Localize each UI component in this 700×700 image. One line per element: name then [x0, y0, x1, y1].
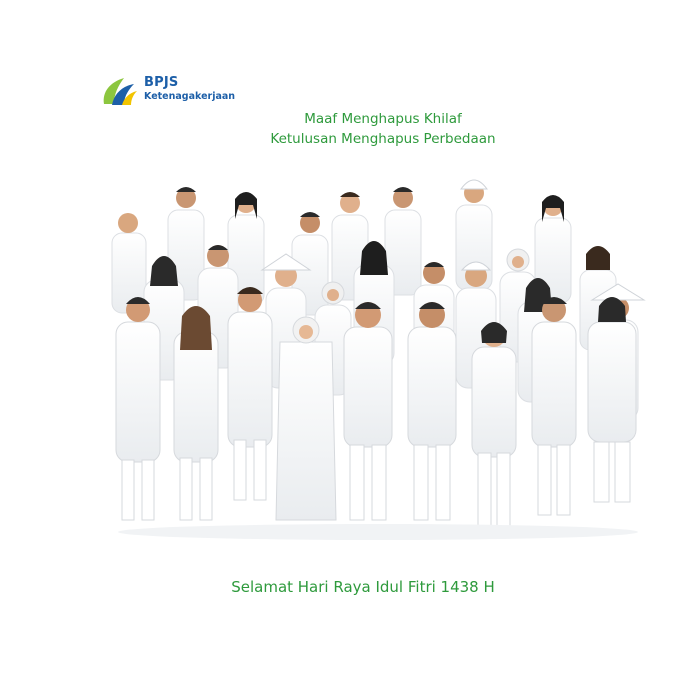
- greeting-text: Selamat Hari Raya Idul Fitri 1438 H: [231, 578, 495, 596]
- bpjs-leaf-icon: [103, 78, 137, 105]
- floor-shadow: [118, 524, 638, 540]
- greeting-text-block: Selamat Hari Raya Idul Fitri 1438 H: [0, 577, 700, 597]
- headline: Maaf Menghapus Khilaf Ketulusan Menghapu…: [0, 109, 700, 149]
- bpjs-logo: BPJS Ketenagakerjaan: [100, 74, 250, 108]
- group-photo: [98, 160, 658, 545]
- greeting-card: BPJS Ketenagakerjaan Maaf Menghapus Khil…: [0, 0, 700, 700]
- group-photo-illustration: [111, 179, 646, 540]
- headline-line-1: Maaf Menghapus Khilaf: [304, 111, 462, 127]
- logo-sub-text: Ketenagakerjaan: [144, 91, 236, 102]
- front-row-people: [115, 287, 637, 529]
- headline-line-2: Ketulusan Menghapus Perbedaan: [270, 131, 496, 147]
- logo-brand-text: BPJS: [144, 75, 179, 90]
